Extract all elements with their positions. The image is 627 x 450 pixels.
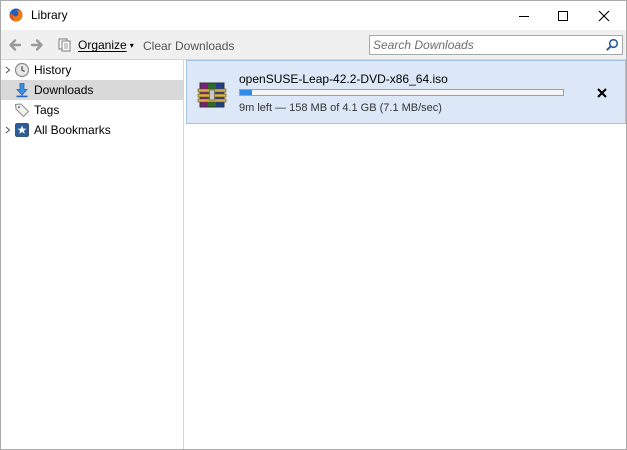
search-icon[interactable] (605, 38, 619, 52)
close-icon (597, 88, 607, 98)
download-progress-fill (240, 90, 253, 95)
clear-downloads-button[interactable]: Clear Downloads (143, 39, 234, 53)
organize-button[interactable]: Organize ▾ (57, 35, 134, 55)
library-window: Library Organize ▾ Clear Downloads Searc… (0, 0, 627, 450)
chevron-down-icon: ▾ (129, 40, 134, 50)
download-arrow-icon (16, 83, 28, 98)
firefox-logo-icon (9, 8, 23, 22)
tag-icon (14, 103, 30, 118)
sidebar-item-all-bookmarks[interactable]: All Bookmarks (1, 120, 183, 140)
download-progress-bar (239, 89, 564, 96)
maximize-button[interactable] (540, 1, 586, 30)
search-input[interactable] (373, 38, 599, 52)
back-arrow-icon[interactable] (7, 37, 23, 53)
toolbar: Organize ▾ Clear Downloads (1, 30, 626, 60)
maximize-icon (558, 10, 568, 21)
download-item[interactable]: openSUSE-Leap-42.2-DVD-x86_64.iso 9m lef… (186, 60, 626, 124)
organize-label: Organize (78, 38, 127, 52)
download-filename: openSUSE-Leap-42.2-DVD-x86_64.iso (239, 72, 448, 86)
sidebar: History Downloads Tags All Bookmarks (1, 60, 184, 449)
downloads-list: openSUSE-Leap-42.2-DVD-x86_64.iso 9m lef… (185, 60, 626, 449)
sidebar-item-tags[interactable]: Tags (1, 100, 183, 120)
star-icon (15, 123, 29, 137)
window-title: Library (31, 8, 68, 22)
sidebar-item-label: Tags (34, 103, 60, 117)
close-icon (598, 10, 610, 21)
title-bar: Library (1, 1, 626, 30)
close-button[interactable] (581, 1, 627, 30)
archive-file-icon (197, 82, 227, 108)
sidebar-item-downloads[interactable]: Downloads (1, 80, 183, 100)
cancel-download-button[interactable] (595, 86, 609, 100)
sidebar-item-history[interactable]: History (1, 60, 183, 80)
chevron-right-icon[interactable] (4, 64, 12, 76)
search-box[interactable] (369, 35, 623, 55)
clock-icon (14, 62, 30, 78)
chevron-right-icon[interactable] (4, 124, 12, 136)
sidebar-item-label: History (34, 63, 72, 77)
sidebar-item-label: Downloads (34, 83, 94, 97)
minimize-icon (519, 15, 529, 17)
organize-icon (58, 38, 71, 52)
forward-arrow-icon[interactable] (29, 37, 45, 53)
sidebar-item-label: All Bookmarks (34, 123, 111, 137)
download-status: 9m left — 158 MB of 4.1 GB (7.1 MB/sec) (239, 102, 442, 114)
